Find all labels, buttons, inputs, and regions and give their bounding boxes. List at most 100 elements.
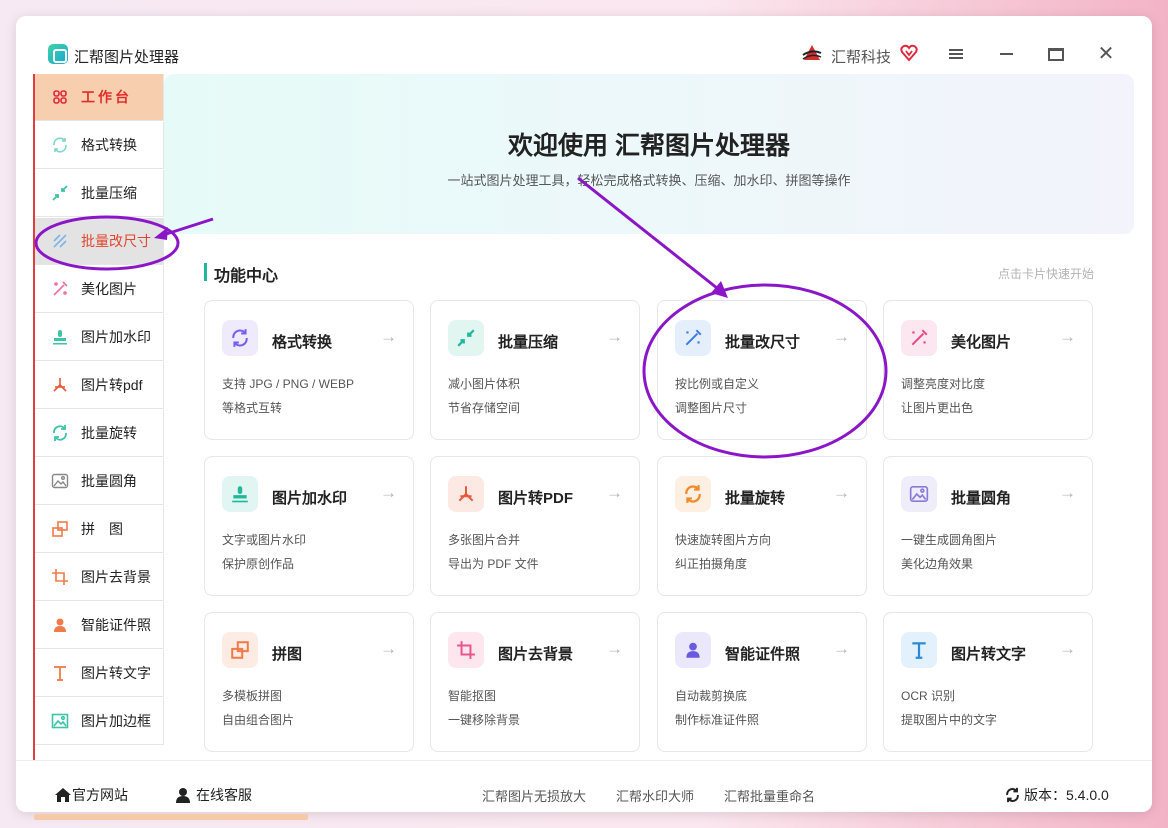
card-id-photo[interactable]: 智能证件照 → 自动裁剪换底 制作标准证件照 bbox=[657, 612, 867, 752]
card-desc-line2: 导出为 PDF 文件 bbox=[448, 557, 539, 571]
sidebar-item-beautify[interactable]: 美化图片 bbox=[35, 266, 164, 313]
vip-heart-icon[interactable] bbox=[900, 44, 918, 62]
sidebar-item-resize[interactable]: 批量改尺寸 bbox=[35, 218, 164, 265]
sidebar-item-label: 图片加边框 bbox=[81, 713, 151, 729]
sidebar-item-format-convert[interactable]: 格式转换 bbox=[35, 122, 164, 169]
sidebar-item-label: 智能证件照 bbox=[81, 617, 151, 633]
card-rotate[interactable]: 批量旋转 → 快速旋转图片方向 纠正拍摄角度 bbox=[657, 456, 867, 596]
card-collage[interactable]: 拼图 → 多模板拼图 自由组合图片 bbox=[204, 612, 414, 752]
card-desc-line2: 一键移除背景 bbox=[448, 713, 521, 727]
hamburger-icon bbox=[949, 53, 963, 55]
version-label: 版本：5.4.0.0 bbox=[1024, 787, 1109, 803]
collage-icon bbox=[51, 520, 69, 538]
card-desc-line1: 减小图片体积 bbox=[448, 377, 521, 391]
sidebar-item-workbench[interactable]: 工作台 bbox=[35, 74, 164, 121]
resize-icon bbox=[675, 320, 711, 356]
compress-icon bbox=[448, 320, 484, 356]
welcome-title: 欢迎使用 汇帮图片处理器 bbox=[508, 132, 790, 160]
close-button[interactable]: ✕ bbox=[1094, 42, 1118, 66]
sidebar-item-collage[interactable]: 拼 图 bbox=[35, 506, 164, 553]
sidebar-item-label: 格式转换 bbox=[81, 137, 137, 153]
sidebar-item-label: 批量旋转 bbox=[81, 425, 137, 441]
card-title: 格式转换 bbox=[272, 334, 333, 351]
minimize-icon bbox=[999, 53, 1013, 55]
sidebar-item-label: 图片转文字 bbox=[81, 665, 151, 681]
arrow-right-icon: → bbox=[833, 639, 850, 658]
version-info[interactable]: 版本：5.4.0.0 bbox=[1004, 785, 1109, 805]
rotate-icon bbox=[51, 424, 69, 442]
app-logo-icon bbox=[48, 44, 68, 64]
sidebar-item-id-photo[interactable]: 智能证件照 bbox=[35, 602, 164, 649]
card-resize[interactable]: 批量改尺寸 → 按比例或自定义 调整图片尺寸 bbox=[657, 300, 867, 440]
format-convert-icon bbox=[222, 320, 258, 356]
sidebar-item-label: 批量圆角 bbox=[81, 473, 137, 489]
footer-link-watermark-master[interactable]: 汇帮水印大师 bbox=[616, 786, 694, 805]
sidebar-item-border[interactable]: 图片加边框 bbox=[35, 698, 164, 745]
sidebar-item-pdf[interactable]: 图片转pdf bbox=[35, 362, 164, 409]
footer-bar: 官方网站 在线客服 汇帮图片无损放大 汇帮水印大师 汇帮批量重命名 版本：5.4… bbox=[16, 760, 1152, 812]
sidebar-item-rotate[interactable]: 批量旋转 bbox=[35, 410, 164, 457]
sidebar: 工作台 格式转换 批量压缩 批量改尺寸 美化图片 图片加水印 图片转pdf 批量… bbox=[33, 74, 164, 764]
card-desc-line2: 自由组合图片 bbox=[222, 713, 295, 727]
card-title: 批量改尺寸 bbox=[725, 334, 801, 351]
card-format-convert[interactable]: 格式转换 → 支持 JPG / PNG / WEBP 等格式互转 bbox=[204, 300, 414, 440]
footer-link-upscale[interactable]: 汇帮图片无损放大 bbox=[482, 786, 586, 805]
beautify-icon bbox=[51, 280, 69, 298]
arrow-right-icon: → bbox=[606, 639, 623, 658]
card-title: 图片去背景 bbox=[498, 646, 574, 663]
card-round-corner[interactable]: 批量圆角 → 一键生成圆角图片 美化边角效果 bbox=[883, 456, 1093, 596]
card-title: 批量旋转 bbox=[725, 490, 786, 507]
card-desc-line2: 提取图片中的文字 bbox=[901, 713, 998, 727]
card-desc-line2: 保护原创作品 bbox=[222, 557, 295, 571]
card-compress[interactable]: 批量压缩 → 减小图片体积 节省存储空间 bbox=[430, 300, 640, 440]
home-icon bbox=[55, 788, 71, 802]
border-icon bbox=[51, 712, 69, 730]
beautify-icon bbox=[901, 320, 937, 356]
pdf-icon bbox=[448, 476, 484, 512]
remove-bg-icon bbox=[51, 568, 69, 586]
footer-link-batch-rename[interactable]: 汇帮批量重命名 bbox=[724, 786, 815, 805]
menu-button[interactable] bbox=[944, 42, 968, 66]
maximize-button[interactable] bbox=[1044, 42, 1068, 66]
remove-bg-icon bbox=[448, 632, 484, 668]
arrow-right-icon: → bbox=[1059, 483, 1076, 502]
card-desc-line1: 文字或图片水印 bbox=[222, 533, 307, 547]
format-convert-icon bbox=[51, 136, 69, 154]
customer-service-icon bbox=[176, 788, 190, 803]
card-remove-bg[interactable]: 图片去背景 → 智能抠图 一键移除背景 bbox=[430, 612, 640, 752]
title-bar: 汇帮图片处理器 汇帮科技 ✕ bbox=[16, 16, 1152, 76]
app-window: 汇帮图片处理器 汇帮科技 ✕ 工作台 格式转换 批量压缩 批量改尺寸 美化图片 … bbox=[16, 16, 1152, 812]
sidebar-item-label: 工作台 bbox=[81, 89, 132, 105]
card-watermark[interactable]: 图片加水印 → 文字或图片水印 保护原创作品 bbox=[204, 456, 414, 596]
brand-name[interactable]: 汇帮科技 bbox=[831, 46, 891, 67]
sidebar-item-ocr[interactable]: 图片转文字 bbox=[35, 650, 164, 697]
minimize-button[interactable] bbox=[994, 42, 1018, 66]
arrow-right-icon: → bbox=[380, 483, 397, 502]
card-title: 智能证件照 bbox=[725, 646, 801, 663]
round-corner-icon bbox=[901, 476, 937, 512]
card-desc-line1: 支持 JPG / PNG / WEBP bbox=[222, 377, 355, 391]
ocr-icon bbox=[51, 664, 69, 682]
round-corner-icon bbox=[51, 472, 69, 490]
card-beautify[interactable]: 美化图片 → 调整亮度对比度 让图片更出色 bbox=[883, 300, 1093, 440]
online-service-link[interactable]: 在线客服 bbox=[174, 785, 252, 805]
sidebar-item-round-corner[interactable]: 批量圆角 bbox=[35, 458, 164, 505]
sidebar-item-watermark[interactable]: 图片加水印 bbox=[35, 314, 164, 361]
workbench-icon bbox=[51, 88, 69, 106]
arrow-right-icon: → bbox=[833, 327, 850, 346]
card-desc-line2: 调整图片尺寸 bbox=[675, 401, 748, 415]
card-pdf[interactable]: 图片转PDF → 多张图片合并 导出为 PDF 文件 bbox=[430, 456, 640, 596]
arrow-right-icon: → bbox=[606, 327, 623, 346]
card-title: 图片转文字 bbox=[951, 646, 1027, 663]
sidebar-item-remove-bg[interactable]: 图片去背景 bbox=[35, 554, 164, 601]
sidebar-item-label: 图片去背景 bbox=[81, 569, 151, 585]
official-website-link[interactable]: 官方网站 bbox=[54, 785, 128, 805]
arrow-right-icon: → bbox=[1059, 327, 1076, 346]
card-ocr[interactable]: 图片转文字 → OCR 识别 提取图片中的文字 bbox=[883, 612, 1093, 752]
card-desc-line1: 多张图片合并 bbox=[448, 533, 521, 547]
sidebar-item-label: 批量压缩 bbox=[81, 185, 137, 201]
card-title: 批量圆角 bbox=[951, 490, 1012, 507]
card-desc-line2: 节省存储空间 bbox=[448, 401, 521, 415]
card-title: 拼图 bbox=[272, 646, 303, 663]
sidebar-item-compress[interactable]: 批量压缩 bbox=[35, 170, 164, 217]
